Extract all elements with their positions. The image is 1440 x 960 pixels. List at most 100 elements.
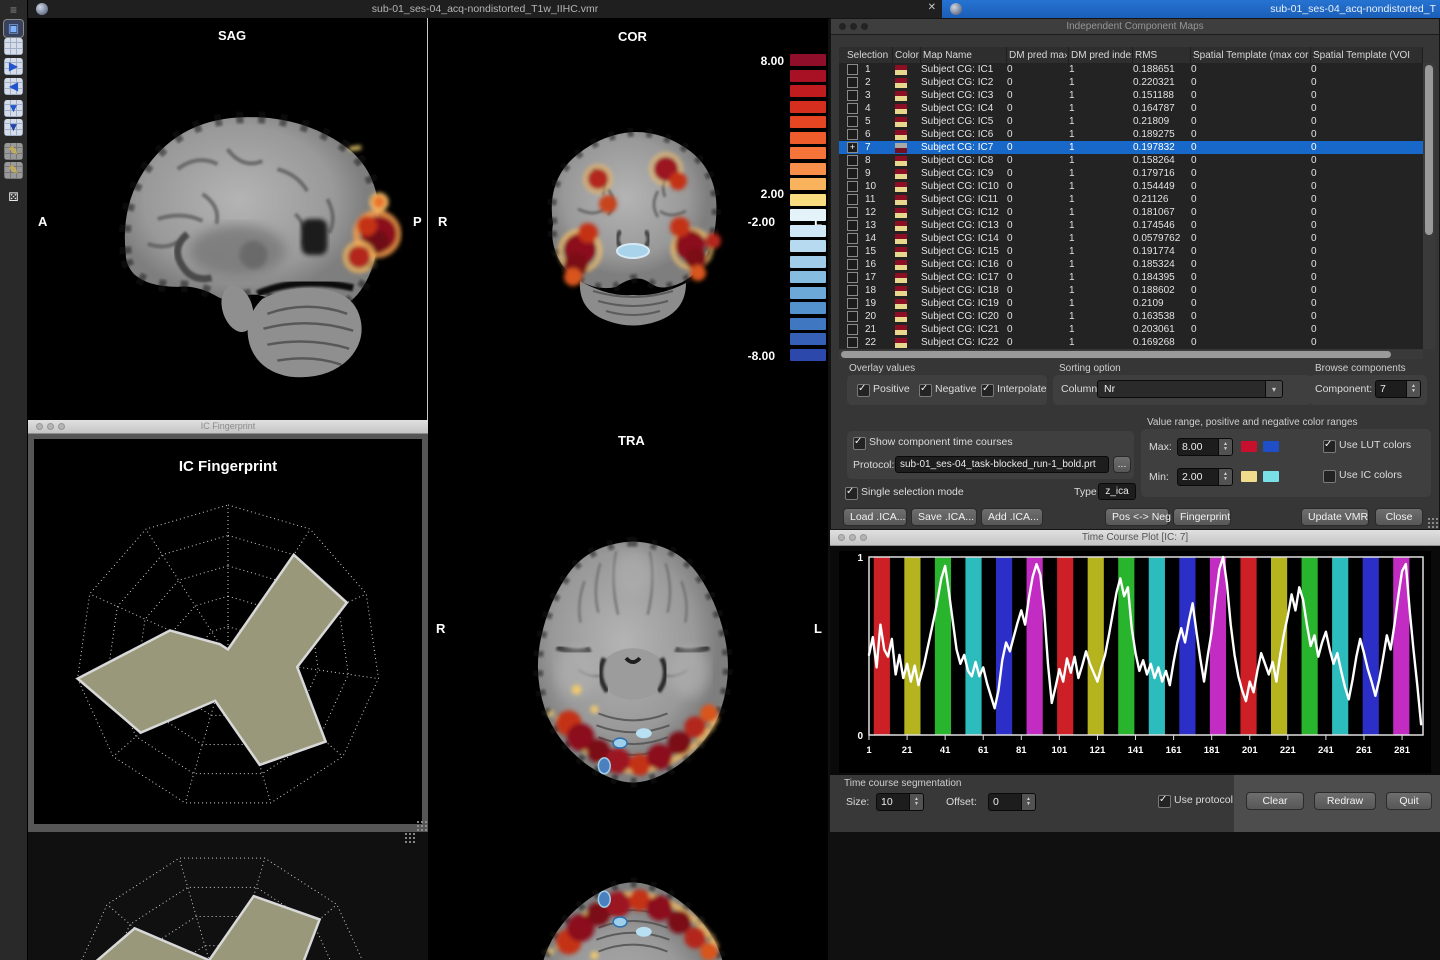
component-row[interactable]: 21Subject CG: IC21010.20306100 <box>839 323 1423 336</box>
component-row[interactable]: 22Subject CG: IC22010.16926800 <box>839 336 1423 349</box>
row-checkbox[interactable] <box>847 233 858 244</box>
component-row[interactable]: 18Subject CG: IC18010.18860200 <box>839 284 1423 297</box>
component-row[interactable]: 4Subject CG: IC4010.16478700 <box>839 102 1423 115</box>
column-header[interactable]: DM pred ma› <box>1007 47 1069 63</box>
row-checkbox[interactable] <box>847 272 858 283</box>
protocol-field[interactable]: sub-01_ses-04_task-blocked_run-1_bold.pr… <box>895 456 1109 473</box>
grid-collapse-icon[interactable]: ◀ <box>4 78 23 95</box>
show-time-courses-checkbox[interactable]: ✓ <box>853 437 866 450</box>
component-row[interactable]: 11Subject CG: IC11010.2112600 <box>839 193 1423 206</box>
component-row[interactable]: 12Subject CG: IC12010.18106700 <box>839 206 1423 219</box>
component-row[interactable]: 10Subject CG: IC10010.15444900 <box>839 180 1423 193</box>
table-header[interactable]: SelectionColorMap NameDM pred ma›DM pred… <box>839 47 1423 63</box>
update-vmr-button[interactable]: Update VMR <box>1301 508 1369 526</box>
component-spinner[interactable]: 7 ▲▼ <box>1375 380 1421 398</box>
load-ica-button[interactable]: Load .ICA... <box>843 508 907 526</box>
column-header[interactable]: Selection <box>839 47 893 63</box>
window-titlebar[interactable]: Independent Component Maps <box>831 19 1439 35</box>
use-ic-colors-checkbox[interactable] <box>1323 470 1336 483</box>
window-titlebar[interactable]: Time Course Plot [IC: 7] <box>830 530 1440 546</box>
voxel-dice-icon[interactable]: ⚄ <box>4 189 23 206</box>
row-checkbox[interactable] <box>847 168 858 179</box>
row-checkbox[interactable] <box>847 285 858 296</box>
row-checkbox[interactable] <box>847 324 858 335</box>
close-button[interactable]: Close <box>1375 508 1423 526</box>
min-spinner[interactable]: 2.00 ▲▼ <box>1177 468 1233 486</box>
draw-pen-icon[interactable]: ✎ <box>4 143 23 160</box>
cube-3d-icon[interactable]: ▣ <box>4 20 23 37</box>
cor-slice-view[interactable]: COR R L 8.00 2.00 -2.00 -8.00 <box>428 18 828 425</box>
component-row[interactable]: +7Subject CG: IC7010.19783200 <box>839 141 1423 154</box>
row-checkbox[interactable] <box>847 90 858 101</box>
close-icon[interactable]: ✕ <box>928 2 936 13</box>
vertical-scrollbar[interactable] <box>1423 63 1435 349</box>
row-checkbox[interactable] <box>847 337 858 348</box>
horizontal-scrollbar[interactable] <box>839 350 1423 359</box>
tab-vmr-document-2[interactable]: sub-01_ses-04_acq-nondistorted_T <box>942 0 1440 18</box>
draw-pen-alt-icon[interactable]: ✎ <box>4 162 23 179</box>
component-row[interactable]: 9Subject CG: IC9010.17971600 <box>839 167 1423 180</box>
column-header[interactable]: DM pred inde› <box>1069 47 1133 63</box>
row-checkbox[interactable] <box>847 298 858 309</box>
component-row[interactable]: 8Subject CG: IC8010.15826400 <box>839 154 1423 167</box>
tra-slice-view[interactable]: TRA R L <box>428 830 828 960</box>
max-spinner[interactable]: 8.00 ▲▼ <box>1177 438 1233 456</box>
row-checkbox[interactable] <box>847 77 858 88</box>
interpolate-checkbox[interactable]: ✓ <box>981 384 994 397</box>
column-header[interactable]: RMS <box>1133 47 1191 63</box>
row-checkbox[interactable] <box>847 194 858 205</box>
drag-handle-icon[interactable]: ≡ <box>4 2 23 19</box>
protocol-browse-button[interactable]: ... <box>1113 456 1131 473</box>
component-table[interactable]: 1Subject CG: IC1010.188651002Subject CG:… <box>839 63 1423 349</box>
positive-checkbox[interactable]: ✓ <box>857 384 870 397</box>
component-row[interactable]: 2Subject CG: IC2010.22032100 <box>839 76 1423 89</box>
column-header[interactable]: Spatial Template (VOI <box>1311 47 1423 63</box>
row-checkbox[interactable] <box>847 116 858 127</box>
grid-icon[interactable] <box>4 38 23 55</box>
row-checkbox[interactable] <box>847 246 858 257</box>
grid-expand-icon[interactable]: ▶ <box>4 58 23 75</box>
window-titlebar[interactable]: IC Fingerprint <box>28 420 428 434</box>
negative-checkbox[interactable]: ✓ <box>919 384 932 397</box>
component-row[interactable]: 13Subject CG: IC13010.17454600 <box>839 219 1423 232</box>
row-checkbox[interactable] <box>847 155 858 166</box>
pos-neg-button[interactable]: Pos <-> Neg <box>1105 508 1169 526</box>
component-row[interactable]: 14Subject CG: IC14010.057976200 <box>839 232 1423 245</box>
time-course-chart[interactable]: 0112141618110112114116118120122124126128… <box>839 551 1431 773</box>
row-checkbox[interactable] <box>847 220 858 231</box>
component-row[interactable]: 17Subject CG: IC17010.18439500 <box>839 271 1423 284</box>
column-header[interactable]: Color <box>893 47 921 63</box>
component-row[interactable]: 19Subject CG: IC19010.210900 <box>839 297 1423 310</box>
fingerprint-button[interactable]: Fingerprint <box>1173 508 1231 526</box>
row-checkbox[interactable] <box>847 259 858 270</box>
column-header[interactable]: Spatial Template (max cor <box>1191 47 1311 63</box>
component-row[interactable]: 3Subject CG: IC3010.15118800 <box>839 89 1423 102</box>
use-protocol-checkbox[interactable]: ✓ <box>1158 795 1171 808</box>
single-selection-checkbox[interactable]: ✓ <box>845 487 858 500</box>
tab-vmr-document[interactable]: sub-01_ses-04_acq-nondistorted_T1w_IIHC.… <box>28 0 942 19</box>
column-header[interactable]: Map Name <box>921 47 1007 63</box>
grid-down-alt-icon[interactable]: ▼ <box>4 119 23 136</box>
component-row[interactable]: 20Subject CG: IC20010.16353800 <box>839 310 1423 323</box>
offset-spinner[interactable]: 0 ▲▼ <box>988 793 1036 811</box>
row-checkbox[interactable] <box>847 311 858 322</box>
component-row[interactable]: 15Subject CG: IC15010.19177400 <box>839 245 1423 258</box>
row-checkbox[interactable] <box>847 103 858 114</box>
selected-checkbox[interactable]: + <box>847 142 858 153</box>
resize-grip[interactable] <box>416 820 427 831</box>
column-dropdown[interactable]: Nr ▾ <box>1097 380 1283 398</box>
component-row[interactable]: 6Subject CG: IC6010.18927500 <box>839 128 1423 141</box>
fingerprint-canvas[interactable]: IC Fingerprint <box>34 439 422 824</box>
size-spinner[interactable]: 10 ▲▼ <box>876 793 924 811</box>
grid-down-icon[interactable]: ▼ <box>4 100 23 117</box>
row-checkbox[interactable] <box>847 207 858 218</box>
component-row[interactable]: 16Subject CG: IC16010.18532400 <box>839 258 1423 271</box>
component-row[interactable]: 1Subject CG: IC1010.18865100 <box>839 63 1423 76</box>
clear-button[interactable]: Clear <box>1246 792 1304 810</box>
component-row[interactable]: 5Subject CG: IC5010.2180900 <box>839 115 1423 128</box>
resize-grip[interactable] <box>1427 517 1438 528</box>
tra-slice-view[interactable]: TRA R L <box>428 425 828 830</box>
sag-slice-view[interactable]: SAG A P <box>28 18 428 425</box>
add-ica-button[interactable]: Add .ICA... <box>981 508 1043 526</box>
row-checkbox[interactable] <box>847 64 858 75</box>
